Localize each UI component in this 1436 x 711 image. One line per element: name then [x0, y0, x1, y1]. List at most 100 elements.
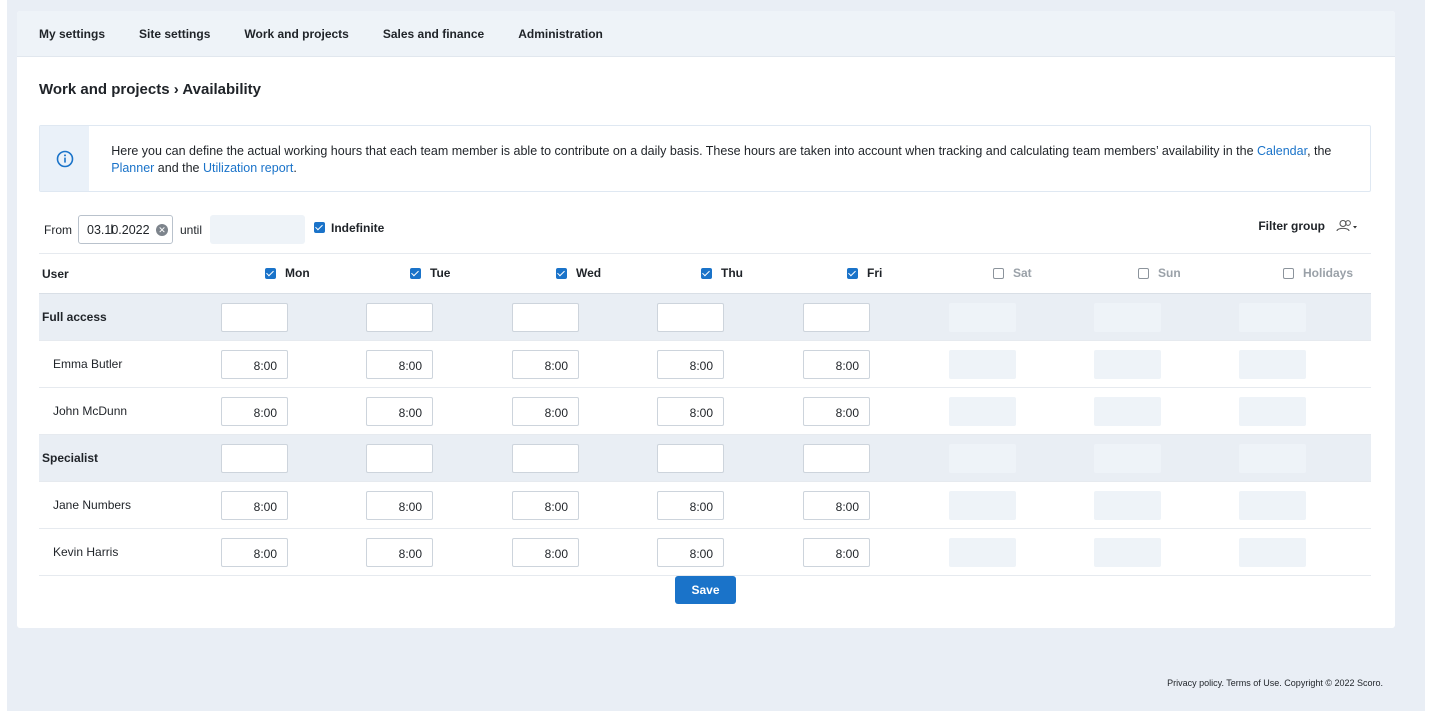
clear-date-icon[interactable]: ✕	[156, 224, 168, 236]
hours-input-sat	[949, 303, 1016, 332]
hours-input-sun	[1094, 350, 1161, 379]
hours-input-thu[interactable]: 8:00	[657, 491, 724, 520]
info-icon-column	[40, 126, 90, 191]
hours-input-fri[interactable]: 8:00	[803, 538, 870, 567]
day-label: Tue	[430, 266, 451, 280]
day-header-wed[interactable]: Wed	[556, 266, 601, 280]
user-name: John McDunn	[53, 404, 128, 418]
nav-sales-and-finance[interactable]: Sales and finance	[383, 27, 484, 41]
hours-input-tue[interactable]: 8:00	[366, 538, 433, 567]
footer-text: Privacy policy. Terms of Use. Copyright …	[1167, 678, 1383, 688]
hours-input-sat	[949, 538, 1016, 567]
hours-input-mon[interactable]	[221, 303, 288, 332]
hours-input-mon[interactable]: 8:00	[221, 491, 288, 520]
planner-link[interactable]: Planner	[111, 161, 154, 175]
save-button[interactable]: Save	[675, 576, 736, 604]
day-checkbox-fri[interactable]	[847, 267, 858, 279]
hours-input-mon[interactable]: 8:00	[221, 538, 288, 567]
hours-input-fri[interactable]	[803, 303, 870, 332]
day-header-holidays[interactable]: Holidays	[1283, 266, 1353, 280]
from-label: From	[44, 223, 72, 237]
hours-input-tue[interactable]: 8:00	[366, 350, 433, 379]
filter-group-label: Filter group	[1258, 219, 1325, 233]
hours-input-tue[interactable]	[366, 444, 433, 473]
hours-input-wed[interactable]: 8:00	[512, 491, 579, 520]
hours-input-wed[interactable]: 8:00	[512, 397, 579, 426]
group-row: Full access	[39, 294, 1371, 341]
day-checkbox-sun[interactable]	[1138, 267, 1149, 279]
hours-input-thu[interactable]	[657, 444, 724, 473]
users-icon	[1336, 219, 1357, 232]
hours-input-wed[interactable]: 8:00	[512, 538, 579, 567]
day-header-thu[interactable]: Thu	[701, 266, 743, 280]
until-label: until	[180, 223, 203, 237]
day-label: Sun	[1158, 266, 1181, 280]
day-header-sun[interactable]: Sun	[1138, 266, 1181, 280]
calendar-link[interactable]: Calendar	[1257, 144, 1307, 158]
hours-input-mon[interactable]: 8:00	[221, 397, 288, 426]
nav-work-and-projects[interactable]: Work and projects	[244, 27, 348, 41]
hours-input-thu[interactable]: 8:00	[657, 397, 724, 426]
hours-input-tue[interactable]	[366, 303, 433, 332]
date-filter-row: From 03.10.2022 ✕ until Indefinite Filte…	[39, 214, 1371, 244]
hours-input-fri[interactable]: 8:00	[803, 397, 870, 426]
table-row: Kevin Harris 8:00 8:00 8:00 8:00 8:00	[39, 529, 1371, 576]
info-text-body: Here you can define the actual working h…	[111, 144, 1258, 158]
table-header-row: User Mon Tue Wed Thu Fri Sat Sun Holidays	[39, 253, 1371, 294]
hours-input-wed[interactable]: 8:00	[512, 350, 579, 379]
info-banner: Here you can define the actual working h…	[39, 125, 1371, 192]
hours-input-wed[interactable]	[512, 303, 579, 332]
until-date-input[interactable]	[210, 215, 305, 244]
nav-administration[interactable]: Administration	[518, 27, 603, 41]
group-row: Specialist	[39, 435, 1371, 482]
day-header-sat[interactable]: Sat	[993, 266, 1032, 280]
day-label: Wed	[576, 266, 602, 280]
hours-input-wed[interactable]	[512, 444, 579, 473]
table-row: Emma Butler 8:00 8:00 8:00 8:00 8:00	[39, 341, 1371, 388]
day-checkbox-sat[interactable]	[993, 267, 1004, 279]
info-text: Here you can define the actual working h…	[89, 126, 1370, 191]
day-checkbox-holidays[interactable]	[1283, 267, 1294, 279]
hours-input-sat	[949, 350, 1016, 379]
availability-table: User Mon Tue Wed Thu Fri Sat Sun Holidays Full …	[39, 253, 1371, 576]
text-cursor-icon: I	[110, 221, 114, 237]
hours-input-holidays	[1239, 444, 1306, 473]
indefinite-checkbox[interactable]	[314, 221, 325, 233]
day-checkbox-tue[interactable]	[410, 267, 421, 279]
hours-input-fri[interactable]: 8:00	[803, 491, 870, 520]
from-date-input[interactable]: 03.10.2022 ✕	[78, 215, 173, 244]
top-navigation: My settings Site settings Work and proje…	[17, 11, 1395, 57]
hours-input-thu[interactable]: 8:00	[657, 350, 724, 379]
day-checkbox-thu[interactable]	[701, 267, 712, 279]
day-header-tue[interactable]: Tue	[410, 266, 450, 280]
user-name: Emma Butler	[53, 357, 123, 371]
hours-input-sun	[1094, 538, 1161, 567]
hours-input-tue[interactable]: 8:00	[366, 491, 433, 520]
hours-input-tue[interactable]: 8:00	[366, 397, 433, 426]
info-end: .	[293, 161, 297, 175]
utilization-report-link[interactable]: Utilization report	[203, 161, 293, 175]
day-checkbox-wed[interactable]	[556, 267, 567, 279]
day-label: Sat	[1013, 266, 1032, 280]
hours-input-fri[interactable]	[803, 444, 870, 473]
filter-group-dropdown[interactable]: Filter group	[1258, 219, 1359, 233]
day-checkbox-mon[interactable]	[265, 267, 276, 279]
table-row: Jane Numbers 8:00 8:00 8:00 8:00 8:00	[39, 482, 1371, 529]
hours-input-mon[interactable]	[221, 444, 288, 473]
day-header-mon[interactable]: Mon	[265, 266, 310, 280]
hours-input-thu[interactable]: 8:00	[657, 538, 724, 567]
indefinite-option[interactable]: Indefinite	[314, 221, 384, 235]
hours-input-holidays	[1239, 303, 1306, 332]
hours-input-holidays	[1239, 397, 1306, 426]
table-body: Full access Emma Butler 8:00 8:00 8:00 8:00 8:…	[39, 294, 1371, 576]
info-icon	[56, 150, 73, 167]
group-name: Specialist	[42, 451, 99, 465]
user-name: Jane Numbers	[53, 498, 132, 512]
nav-my-settings[interactable]: My settings	[39, 27, 105, 41]
hours-input-sat	[949, 444, 1016, 473]
hours-input-fri[interactable]: 8:00	[803, 350, 870, 379]
day-header-fri[interactable]: Fri	[847, 266, 882, 280]
hours-input-mon[interactable]: 8:00	[221, 350, 288, 379]
hours-input-thu[interactable]	[657, 303, 724, 332]
nav-site-settings[interactable]: Site settings	[139, 27, 210, 41]
